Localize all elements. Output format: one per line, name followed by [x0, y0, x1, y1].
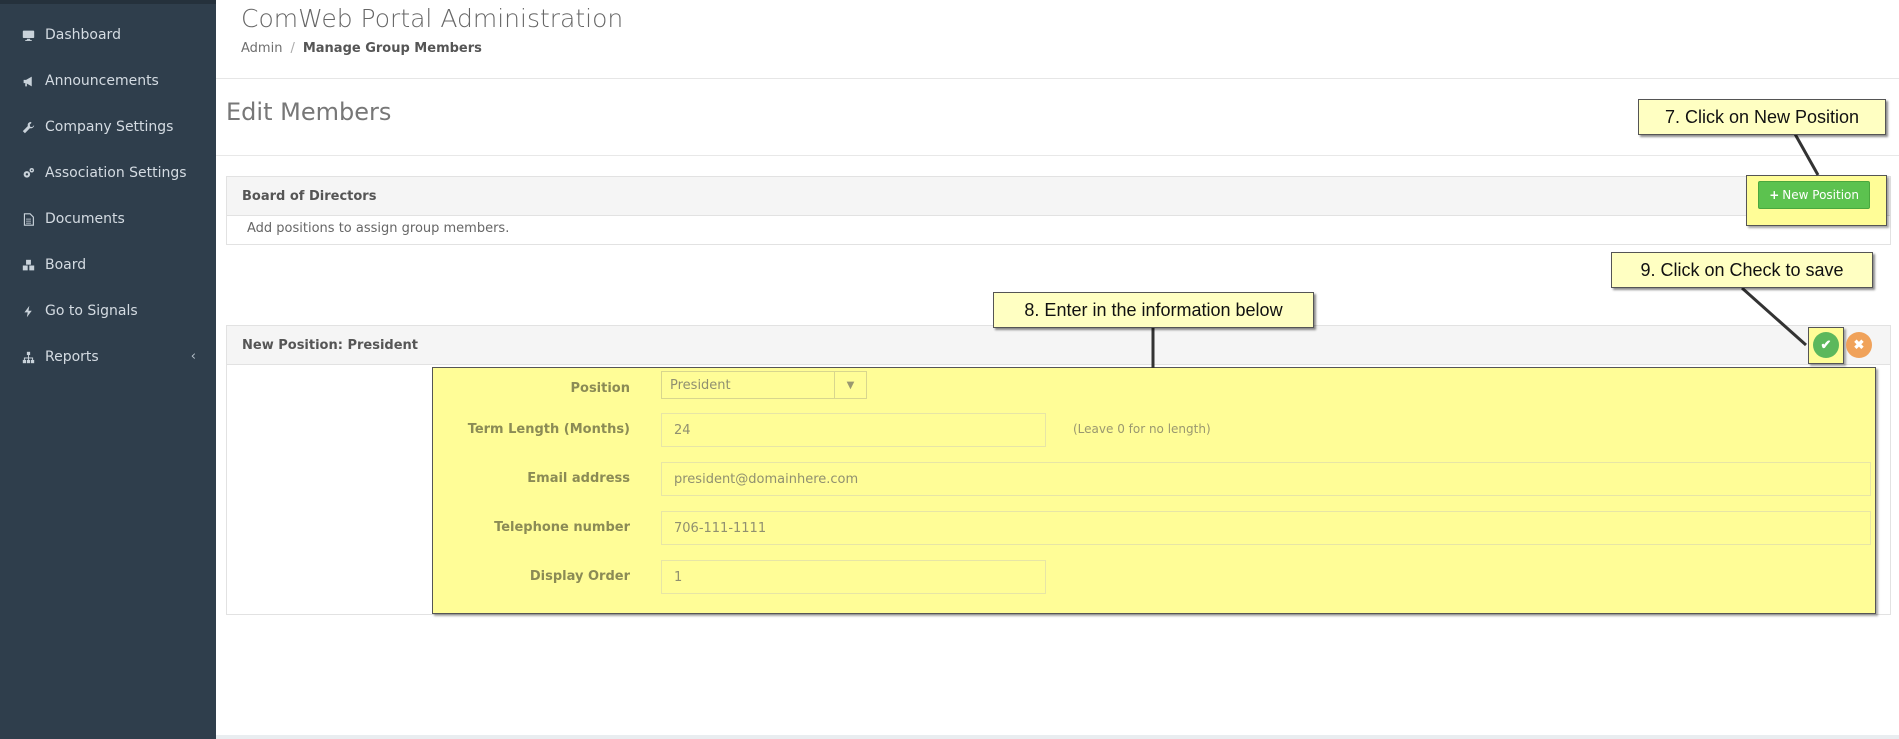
new-position-highlight: + New Position [1746, 175, 1887, 226]
telephone-field[interactable]: 706-111-1111 [661, 511, 1871, 545]
footer-bar [216, 735, 1899, 739]
bolt-icon [21, 304, 35, 318]
sitemap-icon [21, 350, 35, 364]
term-length-label: Term Length (Months) [467, 422, 630, 437]
document-icon [21, 212, 35, 226]
chevron-left-icon[interactable]: ‹ [191, 349, 196, 364]
sidebar-item-go-to-signals[interactable]: Go to Signals [0, 288, 216, 334]
breadcrumb-admin[interactable]: Admin [241, 41, 282, 56]
sidebar-item-association-settings[interactable]: Association Settings [0, 150, 216, 196]
position-label: Position [570, 381, 630, 396]
sidebar-item-dashboard[interactable]: Dashboard [0, 12, 216, 58]
display-order-label: Display Order [529, 569, 630, 584]
sidebar-item-board[interactable]: Board [0, 242, 216, 288]
sidebar-item-label: Announcements [45, 73, 159, 89]
board-panel-empty-text: Add positions to assign group members. [247, 221, 510, 236]
form-row-telephone: Telephone number 706-111-1111 [433, 511, 1875, 545]
page-title: Edit Members [226, 98, 392, 126]
telephone-label: Telephone number [494, 520, 630, 535]
term-length-hint: (Leave 0 for no length) [1073, 422, 1211, 436]
app-title: ComWeb Portal Administration [241, 4, 624, 33]
term-length-input[interactable]: 24 [661, 413, 1046, 447]
position-select[interactable]: President ▼ [661, 371, 867, 399]
position-select-value: President [670, 377, 731, 393]
divider [216, 155, 1899, 156]
display-order-input[interactable]: 1 [661, 560, 1046, 594]
callout-step-9: 9. Click on Check to save [1611, 252, 1873, 288]
sidebar-item-label: Documents [45, 211, 125, 227]
sidebar-item-label: Go to Signals [45, 303, 138, 319]
board-panel: Board of Directors Add positions to assi… [226, 176, 1891, 245]
plus-icon: + [1769, 188, 1780, 202]
sidebar-item-company-settings[interactable]: Company Settings [0, 104, 216, 150]
email-field[interactable]: president@domainhere.com [661, 462, 1871, 496]
caret-down-icon[interactable]: ▼ [834, 372, 866, 398]
megaphone-icon [21, 74, 35, 88]
monitor-icon [21, 28, 35, 42]
form-row-term-length: Term Length (Months) 24 (Leave 0 for no … [433, 413, 1875, 447]
new-position-label: New Position [1782, 188, 1859, 202]
callout-step-7: 7. Click on New Position [1638, 99, 1886, 135]
form-row-display-order: Display Order 1 [433, 560, 1875, 594]
email-label: Email address [527, 471, 630, 486]
sidebar-item-label: Company Settings [45, 119, 174, 135]
callout-step-8: 8. Enter in the information below [993, 292, 1314, 328]
page-header: ComWeb Portal Administration Admin / Manag… [216, 0, 1899, 79]
form-row-position: Position President ▼ [433, 371, 1875, 405]
gears-icon [21, 166, 35, 180]
position-panel-title: New Position: President [227, 326, 1890, 365]
position-form: Position President ▼ Term Length (Months… [432, 367, 1876, 614]
save-check-button[interactable]: ✔ [1813, 332, 1839, 358]
cubes-icon [21, 258, 35, 272]
cancel-button[interactable]: ✖ [1846, 332, 1872, 358]
breadcrumb-separator: / [290, 41, 295, 56]
new-position-button[interactable]: + New Position [1758, 181, 1870, 209]
sidebar-item-documents[interactable]: Documents [0, 196, 216, 242]
form-row-email: Email address president@domainhere.com [433, 462, 1875, 496]
sidebar-item-label: Reports [45, 349, 99, 365]
breadcrumb: Admin / Manage Group Members [241, 41, 482, 56]
board-panel-title: Board of Directors [227, 177, 1890, 216]
sidebar-item-label: Board [45, 257, 87, 273]
sidebar-item-reports[interactable]: Reports ‹ [0, 334, 216, 380]
sidebar-item-announcements[interactable]: Announcements [0, 58, 216, 104]
sidebar-item-label: Association Settings [45, 165, 187, 181]
sidebar: Dashboard Announcements Company Settings… [0, 0, 216, 739]
breadcrumb-current: Manage Group Members [302, 41, 482, 56]
wrench-icon [21, 120, 35, 134]
sidebar-item-label: Dashboard [45, 27, 121, 43]
